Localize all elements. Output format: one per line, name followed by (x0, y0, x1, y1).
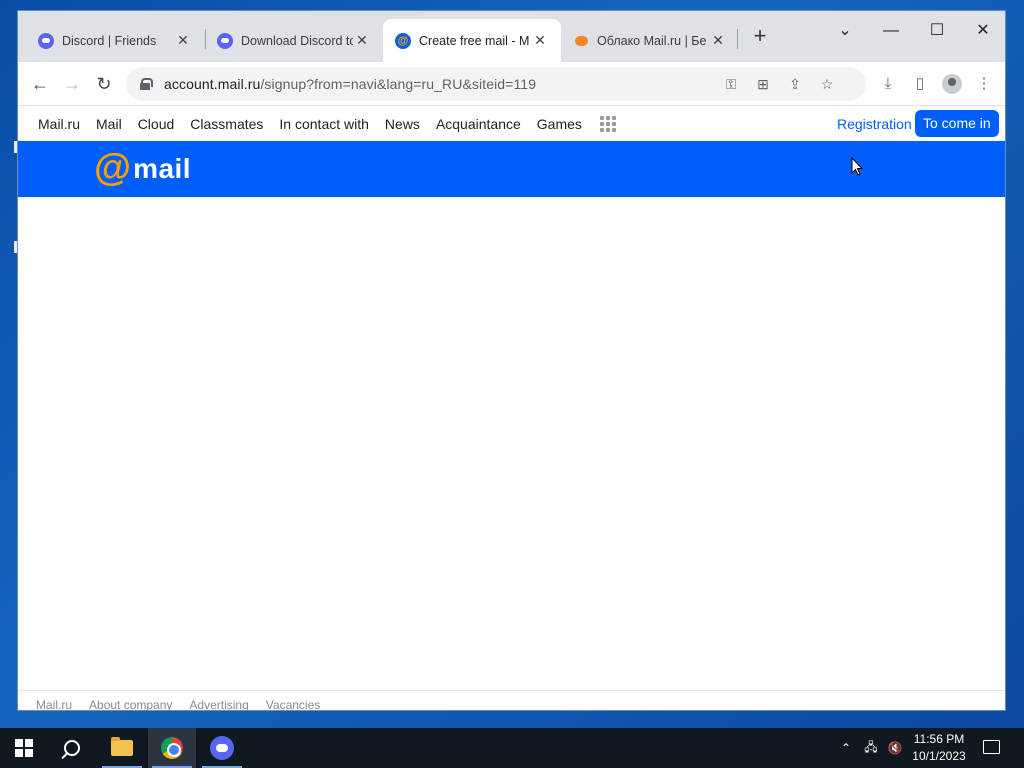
volume-muted-icon[interactable]: 🔇 (884, 728, 906, 768)
chrome-taskbar-button[interactable] (148, 728, 196, 768)
forward-button[interactable]: → (59, 71, 85, 97)
file-explorer-button[interactable] (98, 728, 146, 768)
nav-link-mailru[interactable]: Mail.ru (38, 116, 80, 132)
discord-icon (38, 32, 54, 49)
tab-title: Облако Mail.ru | Бе (597, 33, 707, 48)
share-icon[interactable]: ⇪ (786, 75, 804, 93)
side-panel-icon[interactable]: ▯ (910, 74, 930, 94)
mail-ru-icon: @ (395, 32, 411, 49)
mail-logo[interactable]: @ mail (94, 149, 191, 187)
nav-link-acquaintance[interactable]: Acquaintance (436, 116, 521, 132)
back-button[interactable]: ← (27, 71, 53, 97)
translate-icon[interactable]: ⊞ (754, 75, 772, 93)
nav-link-mail[interactable]: Mail (96, 116, 122, 132)
lock-icon[interactable] (140, 78, 153, 90)
maximize-button[interactable]: ☐ (919, 17, 955, 45)
discord-taskbar-button[interactable] (198, 728, 246, 768)
logo-at-symbol: @ (94, 147, 132, 189)
tab-oblako-mail[interactable]: Облако Mail.ru | Бе ✕ (561, 19, 739, 62)
search-icon (64, 740, 80, 756)
tab-discord-friends[interactable]: Discord | Friends ✕ (26, 19, 204, 62)
profile-avatar-icon[interactable] (942, 74, 962, 94)
chevron-up-icon[interactable]: ⌃ (836, 728, 856, 768)
footer-link-mailru[interactable]: Mail.ru (36, 698, 72, 711)
footer-link-advertising[interactable]: Advertising (189, 698, 248, 711)
nav-link-cloud[interactable]: Cloud (138, 116, 175, 132)
notification-center-icon[interactable] (983, 740, 1000, 754)
clock-time: 11:56 PM (913, 732, 965, 746)
key-icon[interactable]: ⚿ (722, 75, 740, 93)
address-bar[interactable]: account.mail.ru/signup?from=navi&lang=ru… (126, 67, 866, 101)
mouse-cursor-icon (851, 157, 863, 176)
tab-title: Create free mail - M (419, 33, 530, 48)
taskbar: ⌃ 🖧 🔇 11:56 PM 10/1/2023 (0, 728, 1024, 768)
new-tab-button[interactable]: + (748, 25, 772, 49)
portal-nav: Mail.ru Mail Cloud Classmates In contact… (18, 106, 1005, 141)
close-icon[interactable]: ✕ (174, 32, 192, 49)
apps-grid-icon[interactable] (599, 115, 616, 132)
url-path: /signup?from=navi&lang=ru_RU&siteid=119 (260, 76, 537, 92)
tab-title: Discord | Friends (62, 33, 157, 48)
nav-link-news[interactable]: News (385, 116, 420, 132)
menu-icon[interactable]: ⋮ (974, 74, 994, 94)
close-icon[interactable]: ✕ (709, 32, 727, 49)
tab-separator (737, 29, 738, 49)
discord-icon (217, 32, 233, 49)
start-button[interactable] (0, 728, 48, 768)
reload-button[interactable]: ↻ (91, 71, 117, 97)
nav-link-in-contact-with[interactable]: In contact with (279, 116, 369, 132)
close-icon[interactable]: ✕ (531, 32, 549, 49)
login-button[interactable]: To come in (915, 110, 999, 137)
search-button[interactable] (48, 728, 96, 768)
tab-strip: Discord | Friends ✕ Download Discord to … (18, 11, 1005, 62)
url-host: account.mail.ru (164, 76, 261, 92)
folder-icon (111, 737, 133, 756)
windows-logo-icon (15, 739, 33, 757)
browser-toolbar: ← → ↻ account.mail.ru/signup?from=navi&l… (18, 62, 1005, 106)
tab-search-icon[interactable]: ⌄ (827, 17, 863, 45)
download-icon[interactable]: ⤓ (878, 74, 898, 94)
tab-title: Download Discord to (241, 33, 353, 48)
nav-link-games[interactable]: Games (537, 116, 582, 132)
network-icon[interactable]: 🖧 (860, 728, 882, 768)
footer-link-about[interactable]: About company (89, 698, 172, 711)
url-text[interactable]: account.mail.ru/signup?from=navi&lang=ru… (164, 76, 536, 92)
tab-download-discord[interactable]: Download Discord to ✕ (205, 19, 383, 62)
footer-link-vacancies[interactable]: Vacancies (266, 698, 320, 711)
registration-link[interactable]: Registration (837, 116, 912, 132)
bookmark-star-icon[interactable]: ☆ (818, 75, 836, 93)
close-window-button[interactable]: ✕ (965, 17, 1001, 45)
close-icon[interactable]: ✕ (353, 32, 371, 49)
logo-text: mail (133, 153, 192, 184)
clock-date: 10/1/2023 (912, 749, 966, 763)
browser-window: Discord | Friends ✕ Download Discord to … (17, 10, 1006, 711)
cloud-icon (573, 33, 589, 49)
system-clock[interactable]: 11:56 PM 10/1/2023 (906, 731, 972, 765)
nav-link-classmates[interactable]: Classmates (190, 116, 263, 132)
chrome-icon (161, 737, 183, 759)
page-content (18, 197, 1005, 690)
page-footer: Mail.ru About company Advertising Vacanc… (18, 690, 1005, 711)
minimize-button[interactable]: — (873, 17, 909, 45)
discord-icon (210, 736, 234, 760)
tab-create-free-mail[interactable]: @ Create free mail - M ✕ (383, 19, 561, 62)
